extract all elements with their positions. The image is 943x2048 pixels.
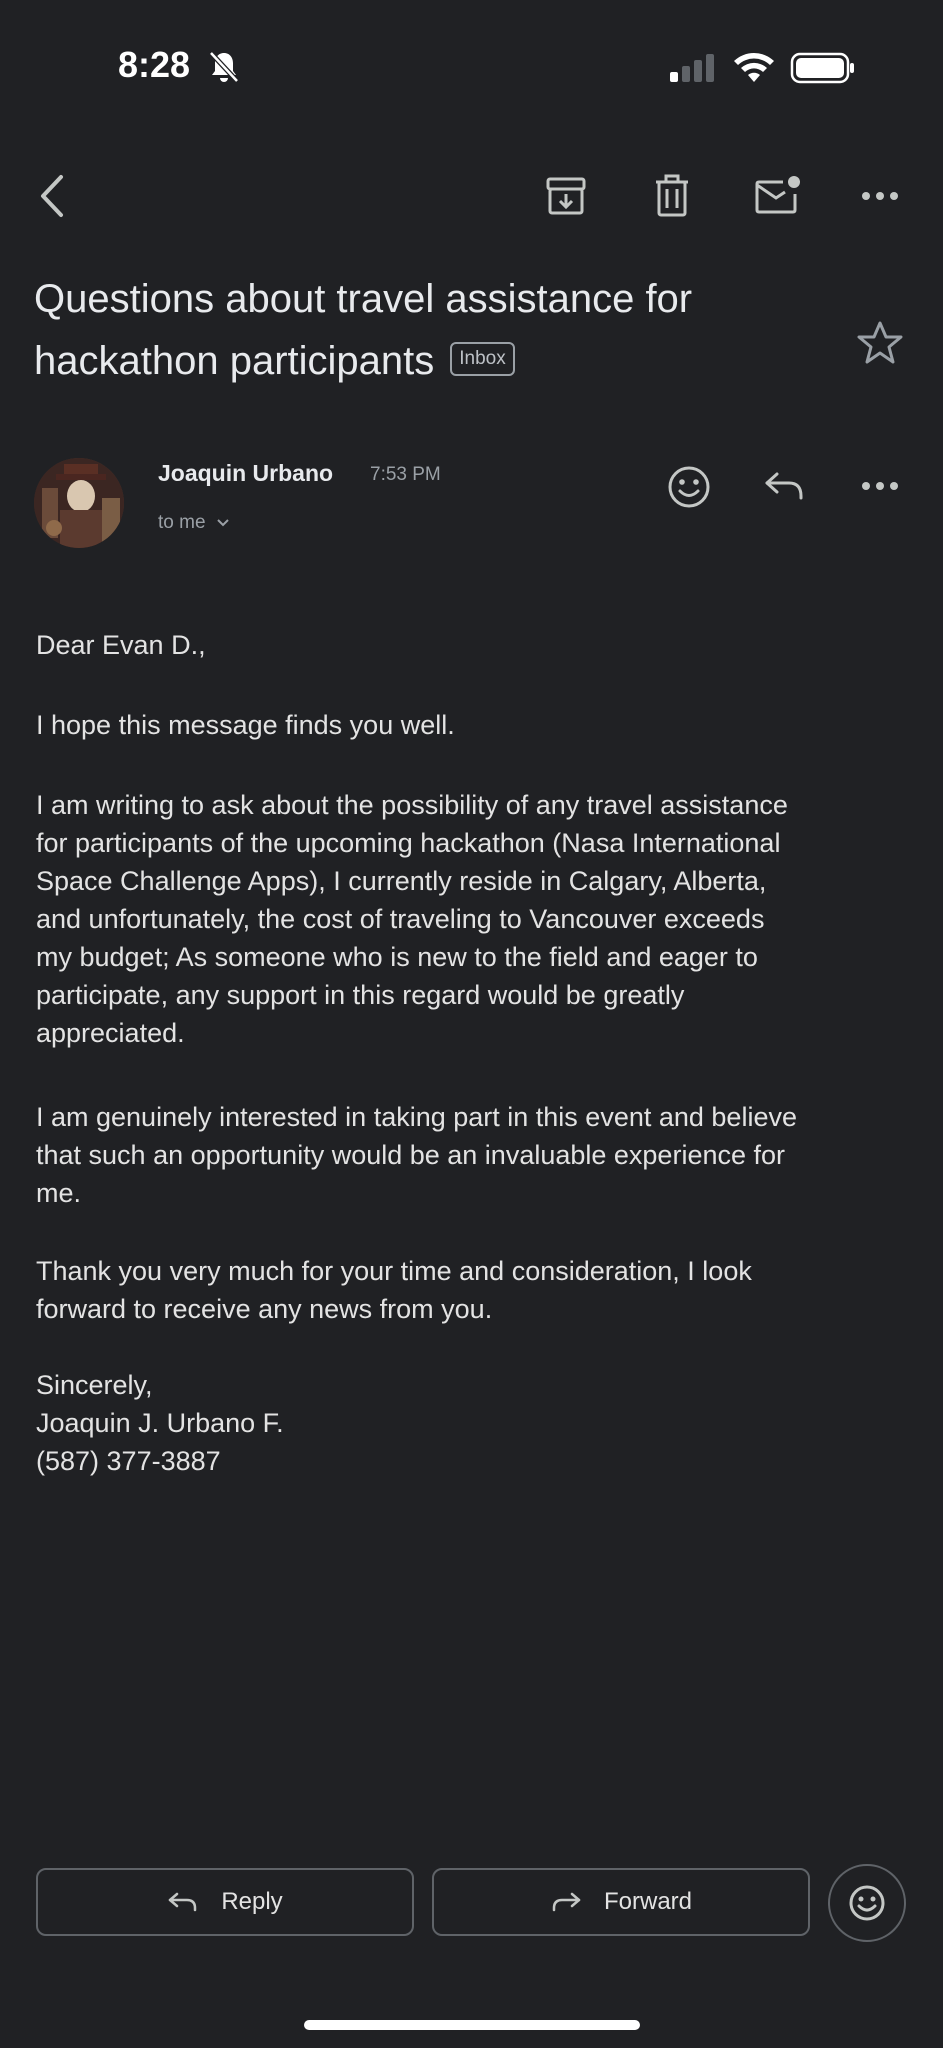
reply-arrow-icon	[765, 472, 803, 500]
recipient-details-toggle[interactable]: to me	[158, 512, 230, 534]
body-line: that such an opportunity would be an inv…	[36, 1140, 785, 1170]
back-arrow-icon	[41, 175, 63, 217]
reply-button[interactable]: Reply	[36, 1868, 414, 1936]
mark-unread-icon	[755, 176, 800, 214]
smiley-icon	[849, 1885, 885, 1921]
avatar-image	[34, 458, 124, 548]
reply-button-label: Reply	[221, 1888, 283, 1915]
cell-signal-icon	[670, 54, 714, 82]
react-button[interactable]	[828, 1864, 906, 1942]
greeting-paragraph: Dear Evan D.,	[36, 630, 206, 660]
recipient-label: to me	[158, 512, 206, 533]
battery-icon	[790, 52, 854, 84]
bell-off-icon	[209, 51, 239, 83]
email-view: 8:28 Questions about travel assistance f…	[0, 0, 943, 2048]
body-line: appreciated.	[36, 1018, 185, 1048]
archive-button[interactable]	[540, 170, 592, 222]
delete-button[interactable]	[646, 170, 698, 222]
body-line: I am genuinely interested in taking part…	[36, 1102, 797, 1132]
star-icon	[857, 321, 903, 364]
archive-icon	[546, 177, 586, 215]
chevron-down-icon	[216, 519, 229, 527]
sender-avatar[interactable]	[34, 458, 124, 548]
reply-arrow-icon	[169, 1892, 197, 1912]
more-horizontal-icon	[862, 192, 898, 200]
interest-paragraph: I am genuinely interested in taking part…	[36, 1098, 916, 1212]
star-button[interactable]	[852, 314, 908, 370]
body-line: for participants of the upcoming hackath…	[36, 828, 781, 858]
signature-closing: Sincerely,	[36, 1370, 153, 1400]
signature-block: Sincerely, Joaquin J. Urbano F. (587) 37…	[36, 1366, 916, 1480]
thanks-paragraph: Thank you very much for your time and co…	[36, 1252, 916, 1328]
forward-button-label: Forward	[603, 1888, 693, 1915]
wifi-icon	[734, 53, 774, 82]
more-horizontal-icon	[862, 482, 898, 490]
email-subject: Questions about travel assistance for ha…	[34, 268, 834, 392]
inbox-label-chip[interactable]: Inbox	[450, 342, 515, 377]
add-reaction-button[interactable]	[662, 460, 716, 514]
back-button[interactable]	[28, 168, 76, 224]
smiley-icon	[668, 466, 710, 508]
body-line: Thank you very much for your time and co…	[36, 1256, 752, 1286]
trash-icon	[656, 174, 688, 217]
message-more-options-button[interactable]	[858, 470, 902, 502]
more-options-button[interactable]	[858, 180, 902, 212]
intro-paragraph: I hope this message finds you well.	[36, 710, 455, 740]
home-indicator[interactable]	[304, 2020, 640, 2030]
main-paragraph: I am writing to ask about the possibilit…	[36, 786, 916, 1052]
subject-text: Questions about travel assistance for ha…	[34, 277, 693, 383]
signature-name: Joaquin J. Urbano F.	[36, 1408, 284, 1438]
body-line: and unfortunately, the cost of traveling…	[36, 904, 765, 934]
body-line: Space Challenge Apps), I currently resid…	[36, 866, 767, 896]
body-line: participate, any support in this regard …	[36, 980, 685, 1010]
forward-button[interactable]: Forward	[432, 1868, 810, 1936]
body-line: forward to receive any news from you.	[36, 1294, 493, 1324]
body-line: I am writing to ask about the possibilit…	[36, 790, 788, 820]
status-time: 8:28	[118, 44, 191, 85]
sender-name[interactable]: Joaquin Urbano	[158, 460, 333, 487]
mark-unread-button[interactable]	[750, 170, 806, 222]
sent-time: 7:53 PM	[370, 464, 441, 485]
reply-icon-button[interactable]	[760, 464, 810, 508]
body-line: my budget; As someone who is new to the …	[36, 942, 758, 972]
signature-phone[interactable]: (587) 377-3887	[36, 1442, 916, 1480]
body-line: me.	[36, 1178, 82, 1208]
forward-arrow-icon	[552, 1892, 581, 1912]
